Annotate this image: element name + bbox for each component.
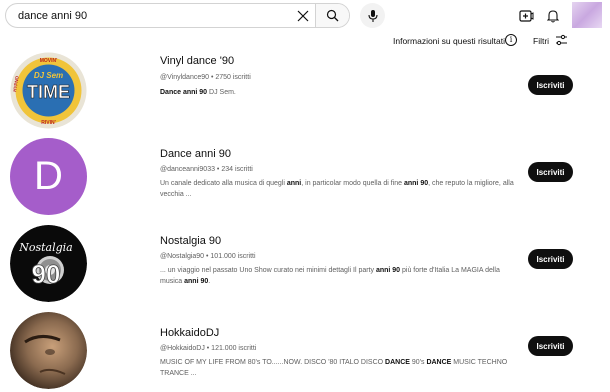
results-info-label[interactable]: Informazioni su questi risultati (393, 36, 505, 46)
description-highlight: anni 90 (375, 267, 401, 274)
description-highlight: DANCE (385, 359, 410, 366)
channel-description: ... un viaggio nel passato Uno Show cura… (160, 265, 520, 287)
channel-result[interactable]: DJ Sem TIME MOVIN' RIVIN' HYPNO Vinyl da… (0, 52, 610, 132)
description-text: , in particolar modo quella di fine (301, 180, 404, 187)
channel-description: Dance anni 90 DJ Sem. (160, 87, 520, 98)
filters-icon[interactable] (555, 34, 568, 46)
search-icon (326, 9, 339, 22)
description-text: . (208, 278, 211, 285)
channel-meta: @HokkaidoDJ • 121.000 iscritti (160, 345, 257, 352)
description-text: MUSIC OF MY LIFE FROM 80's TO......NOW. … (160, 359, 386, 366)
channel-result[interactable]: Nostalgia 90 Nostalgia 90 @Nostalgia90 •… (0, 225, 610, 305)
description-text: Un canale dedicato alla musica di quegli (160, 180, 287, 187)
notifications-icon (547, 10, 559, 23)
search-button[interactable] (315, 4, 349, 27)
channel-avatar[interactable]: D (10, 138, 87, 215)
description-text: 90's (409, 359, 427, 366)
channel-result[interactable]: HokkaidoDJ @HokkaidoDJ • 121.000 iscritt… (0, 312, 610, 392)
channel-result[interactable]: D Dance anni 90 @danceanni9033 • 234 isc… (0, 138, 610, 218)
account-avatar[interactable] (572, 2, 602, 28)
subscribe-button[interactable]: Iscriviti (528, 336, 573, 356)
subscribe-button[interactable]: Iscriviti (528, 162, 573, 182)
create-icon (518, 10, 533, 22)
description-highlight: DANCE (426, 359, 452, 366)
create-button[interactable] (516, 6, 536, 26)
info-icon[interactable]: i (505, 34, 517, 46)
notifications-button[interactable] (543, 6, 563, 26)
avatar-letter: D (10, 138, 87, 215)
description-text: DJ Sem. (207, 89, 236, 96)
search-input[interactable] (6, 4, 291, 27)
channel-avatar[interactable]: Nostalgia 90 (10, 225, 87, 302)
avatar-text-nostalgia: Nostalgia (18, 241, 73, 254)
description-highlight: anni (286, 180, 302, 187)
avatar-text-90: 90 (32, 259, 61, 289)
subscribe-button[interactable]: Iscriviti (528, 249, 573, 269)
channel-name[interactable]: Vinyl dance '90 (160, 55, 234, 67)
avatar-text-time: TIME (27, 82, 70, 102)
voice-search-button[interactable] (360, 3, 385, 28)
channel-meta: @danceanni9033 • 234 iscritti (160, 166, 253, 173)
results-header: Informazioni su questi risultati i Filtr… (0, 33, 610, 49)
dj-sem-logo: DJ Sem TIME MOVIN' RIVIN' HYPNO (10, 52, 87, 129)
channel-avatar[interactable] (10, 312, 87, 389)
avatar-text-bottom: RIVIN' (41, 120, 56, 126)
nostalgia-90-logo: Nostalgia 90 (10, 225, 87, 302)
channel-name[interactable]: Nostalgia 90 (160, 235, 221, 247)
hokkaidodj-photo (10, 312, 87, 389)
search-bar (5, 3, 350, 28)
subscribe-button[interactable]: Iscriviti (528, 75, 573, 95)
filters-label[interactable]: Filtri (533, 36, 549, 46)
channel-name[interactable]: Dance anni 90 (160, 148, 231, 160)
channel-meta: @Nostalgia90 • 101.000 iscritti (160, 253, 256, 260)
channel-name[interactable]: HokkaidoDJ (160, 327, 219, 339)
close-icon (297, 10, 309, 21)
channel-avatar[interactable]: DJ Sem TIME MOVIN' RIVIN' HYPNO (10, 52, 87, 129)
description-highlight: Dance anni 90 (160, 89, 208, 96)
description-highlight: anni 90 (403, 180, 429, 187)
avatar-text-top: MOVIN' (40, 58, 58, 64)
clear-search-button[interactable] (291, 4, 315, 27)
avatar-text-dj: DJ Sem (34, 71, 63, 80)
description-text: ... un viaggio nel passato Uno Show cura… (160, 267, 376, 274)
microphone-icon (367, 9, 378, 22)
channel-description: MUSIC OF MY LIFE FROM 80's TO......NOW. … (160, 357, 520, 379)
channel-meta: @Vinyldance90 • 2750 iscritti (160, 74, 251, 81)
channel-description: Un canale dedicato alla musica di quegli… (160, 178, 520, 200)
description-highlight: anni 90 (184, 278, 209, 285)
